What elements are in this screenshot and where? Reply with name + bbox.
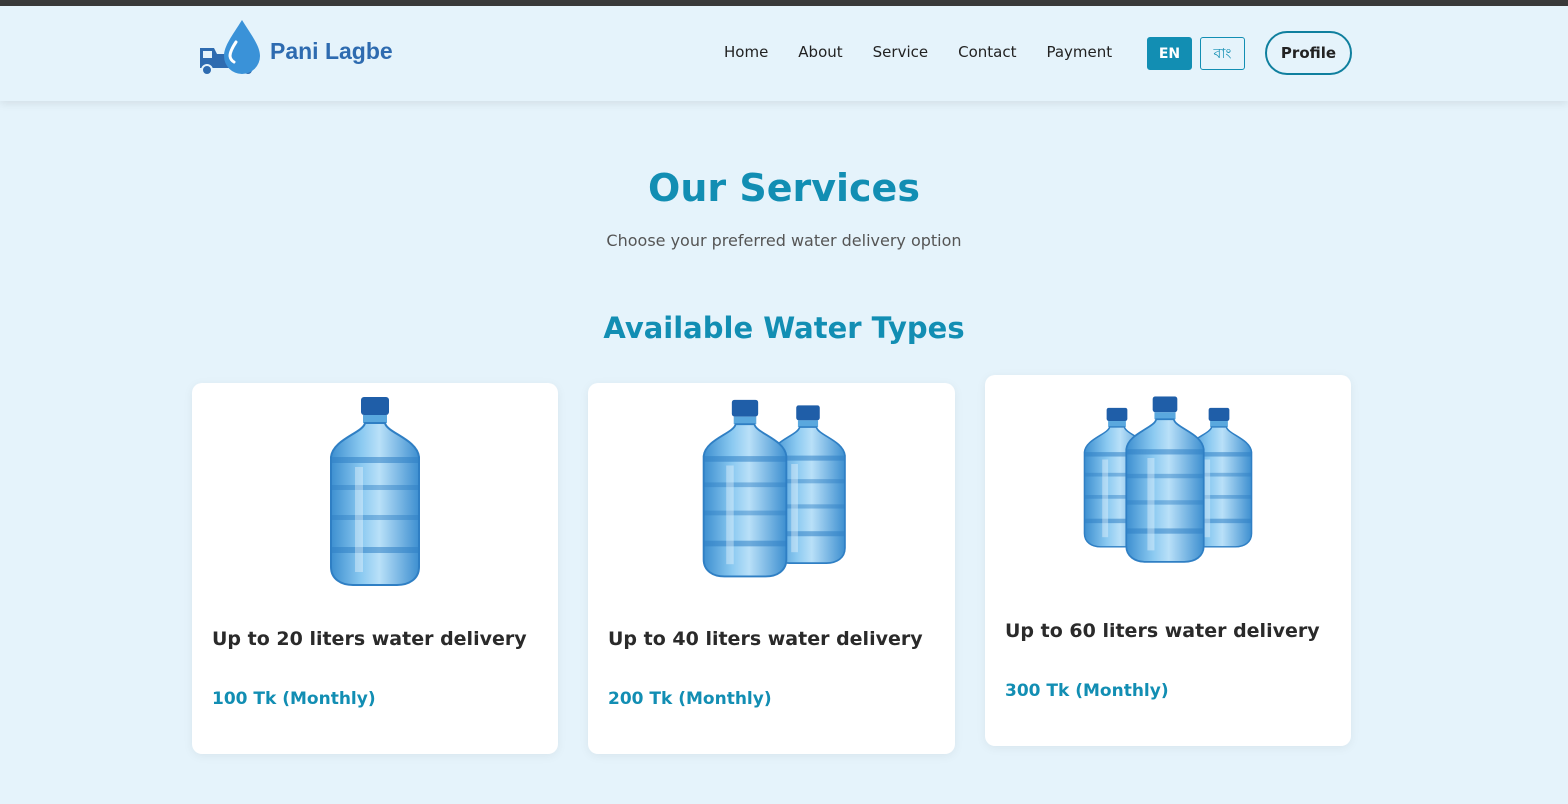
page-subtitle: Choose your preferred water delivery opt… <box>606 231 962 250</box>
three-water-bottles-icon <box>985 385 1351 577</box>
card-title: Up to 20 liters water delivery <box>212 628 527 650</box>
brand-logo[interactable]: Pani Lagbe <box>196 18 393 78</box>
brand-name: Pani Lagbe <box>270 37 393 64</box>
service-card-40l[interactable]: Up to 40 liters water delivery 200 Tk (M… <box>588 383 955 754</box>
language-english-button[interactable]: EN <box>1147 37 1192 70</box>
section-title: Available Water Types <box>603 311 965 345</box>
two-water-bottles-icon <box>588 395 955 585</box>
card-price: 200 Tk (Monthly) <box>608 689 772 709</box>
nav-about[interactable]: About <box>798 43 842 61</box>
service-card-20l[interactable]: Up to 20 liters water delivery 100 Tk (M… <box>192 383 558 754</box>
nav-home[interactable]: Home <box>724 43 768 61</box>
card-title: Up to 60 liters water delivery <box>1005 620 1320 642</box>
site-header: Pani Lagbe Home About Service Contact Pa… <box>0 6 1568 101</box>
page-title: Our Services <box>648 166 920 210</box>
language-bangla-button[interactable]: বাং <box>1200 37 1245 70</box>
profile-button[interactable]: Profile <box>1265 31 1352 75</box>
main-nav: Home About Service Contact Payment <box>724 43 1142 61</box>
card-title: Up to 40 liters water delivery <box>608 628 923 650</box>
water-truck-logo-icon <box>200 20 260 76</box>
nav-contact[interactable]: Contact <box>958 43 1016 61</box>
nav-service[interactable]: Service <box>873 43 928 61</box>
card-price: 300 Tk (Monthly) <box>1005 681 1169 701</box>
nav-payment[interactable]: Payment <box>1046 43 1112 61</box>
single-water-bottle-icon <box>192 397 558 587</box>
service-card-60l[interactable]: Up to 60 liters water delivery 300 Tk (M… <box>985 375 1351 746</box>
card-price: 100 Tk (Monthly) <box>212 689 376 709</box>
